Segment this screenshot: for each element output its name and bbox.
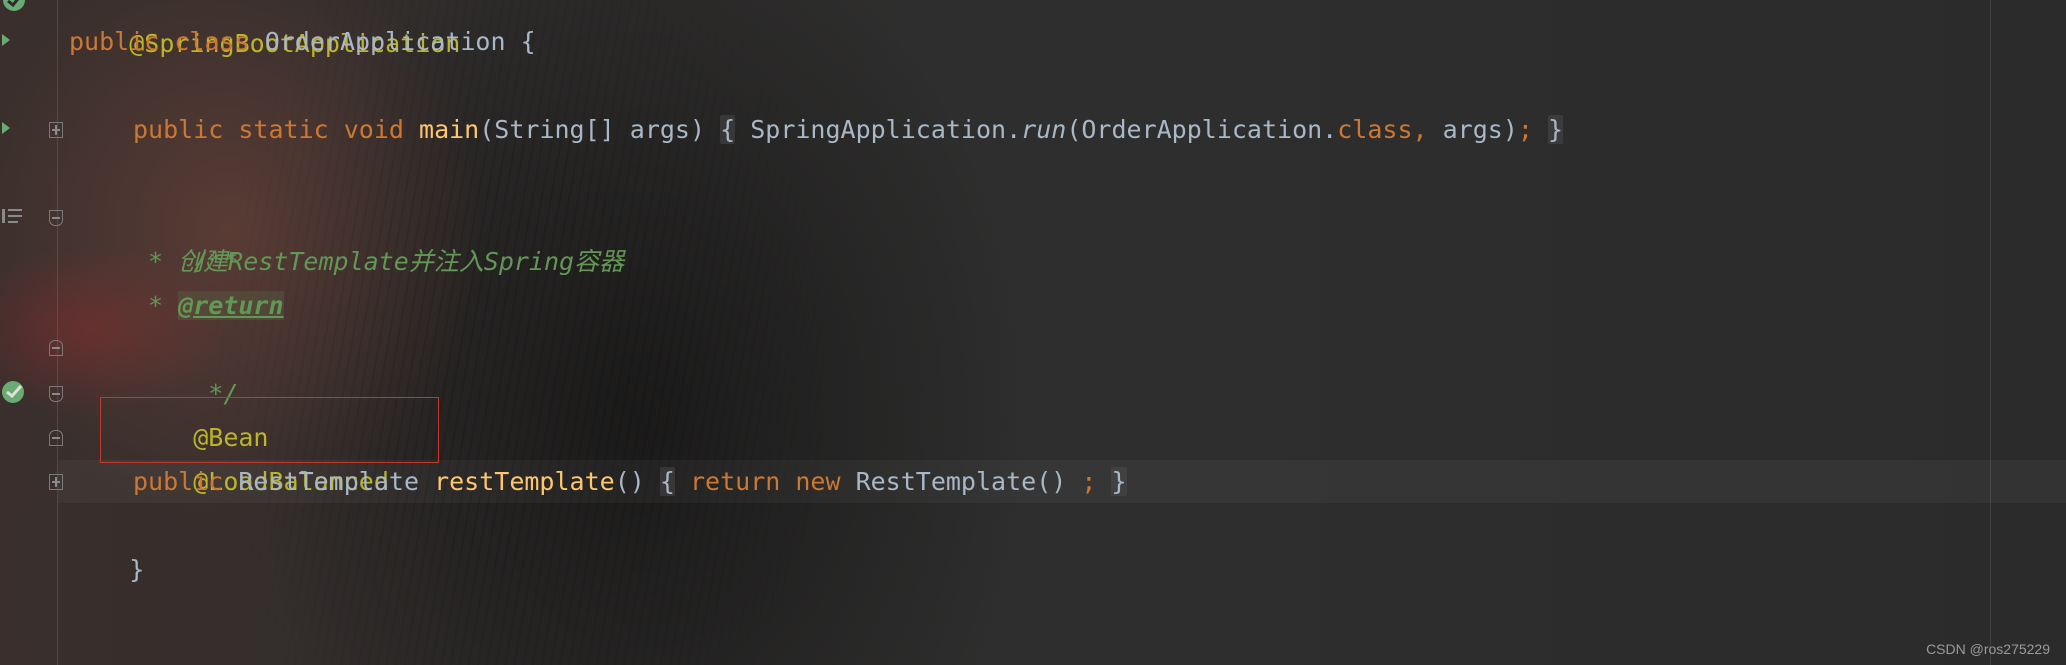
keyword: static: [238, 115, 329, 144]
class-name: OrderApplication: [264, 27, 506, 56]
keyword: return: [689, 467, 781, 496]
call-args-rest: args): [1427, 115, 1518, 144]
call-method: run: [1021, 115, 1067, 144]
code-line-4[interactable]: public static void main(String[] args) {…: [133, 108, 1564, 152]
brace: {: [520, 27, 536, 56]
call-class: SpringApplication.: [750, 115, 1022, 144]
code-editor[interactable]: @SpringBootApplication public class Orde…: [0, 0, 2066, 665]
javadoc-return-tag[interactable]: @return: [178, 291, 284, 320]
annotation-highlight-box: [100, 397, 439, 463]
code-line-13[interactable]: }: [69, 504, 144, 584]
background-image: [0, 0, 2066, 665]
method-name: main: [419, 115, 480, 144]
keyword: void: [343, 115, 404, 144]
method-name: restTemplate: [434, 467, 615, 496]
closing-brace: }: [129, 555, 145, 584]
keyword: public: [133, 115, 224, 144]
javadoc-star: *: [133, 247, 179, 276]
code-line-9[interactable]: */: [133, 328, 238, 408]
constructor-call: RestTemplate(): [855, 467, 1067, 496]
code-line-7[interactable]: * 创建RestTemplate并注入Spring容器: [133, 240, 624, 284]
watermark: CSDN @ros275229: [1926, 641, 2050, 657]
fold-expand-icon[interactable]: [49, 122, 63, 138]
structure-list-icon[interactable]: [0, 206, 24, 226]
javadoc-text: 创建RestTemplate并注入Spring容器: [178, 247, 625, 276]
params: (): [614, 467, 645, 496]
code-line-6[interactable]: /**: [133, 196, 238, 276]
type-name: RestTemplate: [238, 467, 419, 496]
call-args: (OrderApplication.: [1066, 115, 1338, 144]
spring-bean-run-icon[interactable]: [0, 0, 28, 14]
code-line-1[interactable]: @SpringBootApplication: [69, 0, 460, 58]
spring-bean-run-icon[interactable]: [0, 378, 28, 406]
folded-brace-close[interactable]: }: [1548, 115, 1564, 144]
fold-collapse-icon[interactable]: [49, 430, 63, 446]
code-line-2[interactable]: public class OrderApplication {: [69, 20, 536, 64]
semicolon: ;: [1517, 115, 1533, 144]
code-line-12[interactable]: public RestTemplate restTemplate() { ret…: [133, 460, 1127, 504]
fold-collapse-icon[interactable]: [49, 340, 63, 356]
gutter-divider: [57, 0, 58, 665]
semicolon: ;: [1081, 467, 1097, 496]
run-arrow-icon[interactable]: [0, 118, 24, 138]
folded-brace-open[interactable]: {: [720, 115, 736, 144]
javadoc-star: *: [133, 291, 179, 320]
fold-expand-icon[interactable]: [49, 474, 63, 490]
keyword: public: [133, 467, 224, 496]
keyword: public: [69, 27, 160, 56]
right-margin-guide: [1990, 0, 1991, 665]
fold-collapse-icon[interactable]: [49, 210, 63, 226]
keyword: new: [795, 467, 841, 496]
folded-brace-open[interactable]: {: [659, 467, 675, 496]
folded-brace-close[interactable]: }: [1111, 467, 1127, 496]
run-arrow-icon[interactable]: [0, 30, 24, 50]
keyword: class,: [1337, 115, 1428, 144]
editor-gutter[interactable]: [0, 0, 63, 665]
params: (String[] args): [479, 115, 706, 144]
code-line-8[interactable]: * @return: [133, 284, 284, 328]
fold-collapse-icon[interactable]: [49, 386, 63, 402]
keyword: class: [174, 27, 250, 56]
